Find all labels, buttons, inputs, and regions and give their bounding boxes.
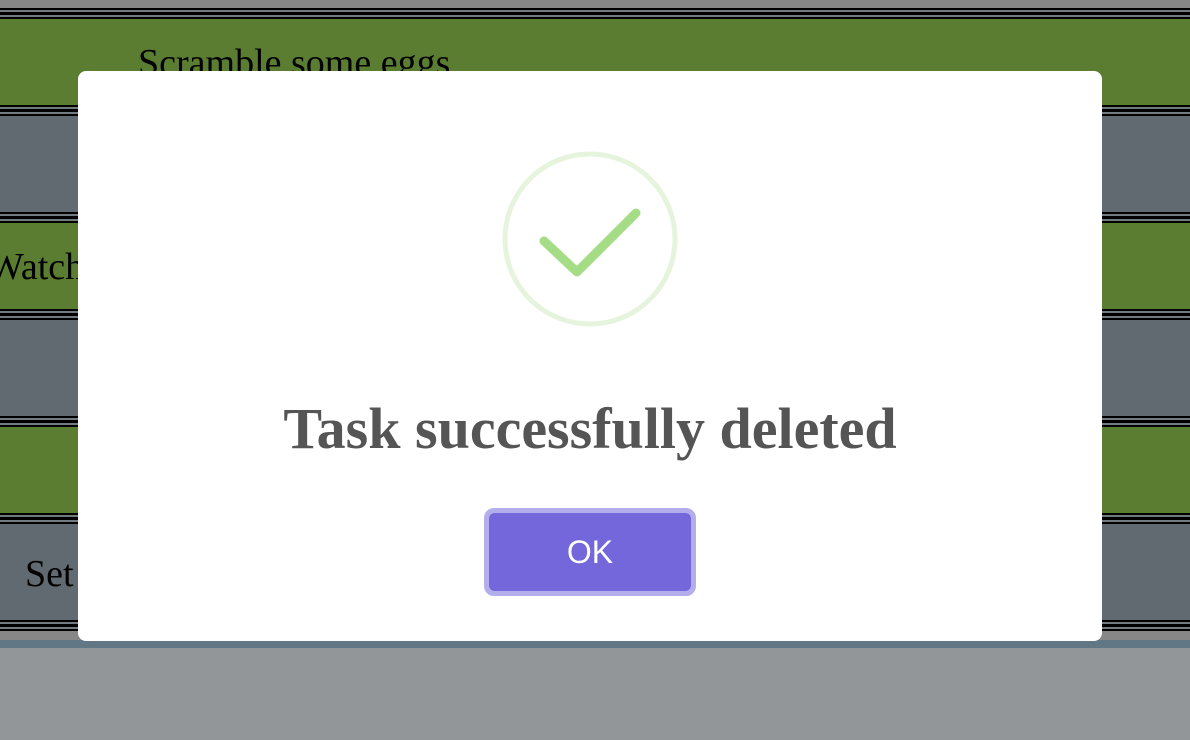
dialog-title: Task successfully deleted (283, 396, 897, 461)
ok-button[interactable]: OK (484, 508, 696, 596)
success-checkmark-icon (502, 151, 678, 327)
success-dialog: Task successfully deleted OK (78, 71, 1102, 641)
ok-button-label: OK (566, 533, 614, 570)
